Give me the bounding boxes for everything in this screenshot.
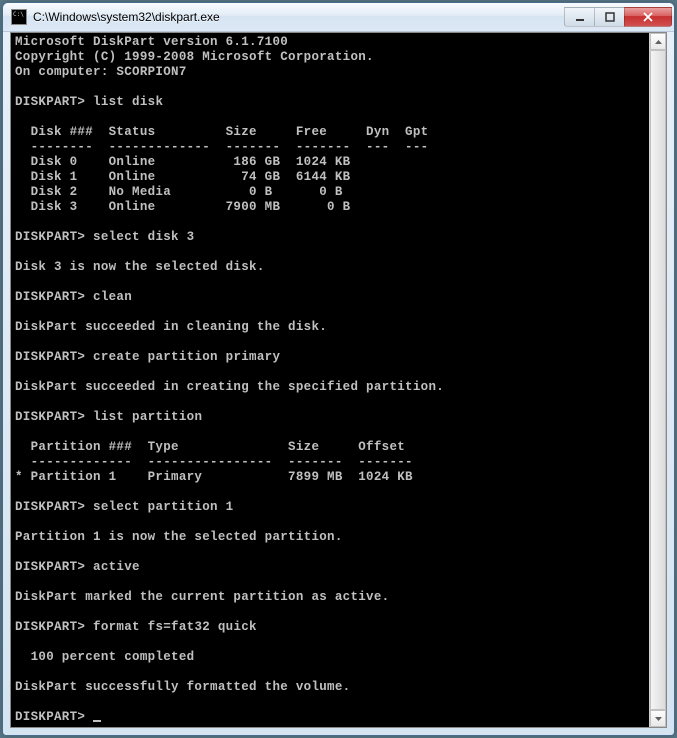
part-table-header: Partition ### Type Size Offset <box>15 440 405 454</box>
part-table-rule: ------------- ---------------- ------- -… <box>15 455 413 469</box>
prompt: DISKPART> <box>15 95 85 109</box>
command: select partition 1 <box>93 500 233 514</box>
command: create partition primary <box>93 350 280 364</box>
prompt: DISKPART> <box>15 560 85 574</box>
part-row: * Partition 1 Primary 7899 MB 1024 KB <box>15 470 413 484</box>
prompt: DISKPART> <box>15 710 85 724</box>
response: Partition 1 is now the selected partitio… <box>15 530 343 544</box>
vertical-scrollbar[interactable] <box>649 33 666 727</box>
close-button[interactable] <box>624 7 672 27</box>
maximize-button[interactable] <box>594 7 624 27</box>
command: list partition <box>93 410 202 424</box>
disk-row: Disk 1 Online 74 GB 6144 KB <box>15 170 350 184</box>
header-line: Copyright (C) 1999-2008 Microsoft Corpor… <box>15 50 374 64</box>
prompt: DISKPART> <box>15 230 85 244</box>
console-window: C:\Windows\system32\diskpart.exe Microso… <box>2 2 675 736</box>
progress: 100 percent completed <box>15 650 194 664</box>
response: Disk 3 is now the selected disk. <box>15 260 265 274</box>
header-line: Microsoft DiskPart version 6.1.7100 <box>15 35 288 49</box>
command: list disk <box>93 95 163 109</box>
minimize-icon <box>575 12 585 22</box>
header-line: On computer: SCORPION7 <box>15 65 187 79</box>
scroll-up-button[interactable] <box>650 33 666 50</box>
response: DiskPart marked the current partition as… <box>15 590 389 604</box>
command: clean <box>93 290 132 304</box>
disk-row: Disk 3 Online 7900 MB 0 B <box>15 200 350 214</box>
disk-row: Disk 2 No Media 0 B 0 B <box>15 185 343 199</box>
disk-row: Disk 0 Online 186 GB 1024 KB <box>15 155 350 169</box>
response: DiskPart succeeded in cleaning the disk. <box>15 320 327 334</box>
disk-table-header: Disk ### Status Size Free Dyn Gpt <box>15 125 428 139</box>
close-icon <box>642 12 654 22</box>
chevron-up-icon <box>655 40 662 44</box>
console-output[interactable]: Microsoft DiskPart version 6.1.7100 Copy… <box>11 33 649 727</box>
scroll-down-button[interactable] <box>650 710 666 727</box>
prompt: DISKPART> <box>15 500 85 514</box>
prompt: DISKPART> <box>15 290 85 304</box>
window-title: C:\Windows\system32\diskpart.exe <box>33 10 564 24</box>
command: format fs=fat32 quick <box>93 620 257 634</box>
maximize-icon <box>605 12 615 22</box>
prompt: DISKPART> <box>15 350 85 364</box>
response: DiskPart succeeded in creating the speci… <box>15 380 444 394</box>
cursor <box>93 720 101 722</box>
command: select disk 3 <box>93 230 194 244</box>
prompt: DISKPART> <box>15 410 85 424</box>
prompt: DISKPART> <box>15 620 85 634</box>
titlebar[interactable]: C:\Windows\system32\diskpart.exe <box>3 3 674 32</box>
scroll-thumb[interactable] <box>650 50 666 710</box>
window-controls <box>564 7 672 27</box>
app-icon <box>11 9 27 25</box>
disk-table-rule: -------- ------------- ------- ------- -… <box>15 140 428 154</box>
minimize-button[interactable] <box>564 7 594 27</box>
response: DiskPart successfully formatted the volu… <box>15 680 350 694</box>
command: active <box>93 560 140 574</box>
chevron-down-icon <box>655 717 662 721</box>
scroll-track[interactable] <box>650 50 666 710</box>
client-area: Microsoft DiskPart version 6.1.7100 Copy… <box>10 32 667 728</box>
